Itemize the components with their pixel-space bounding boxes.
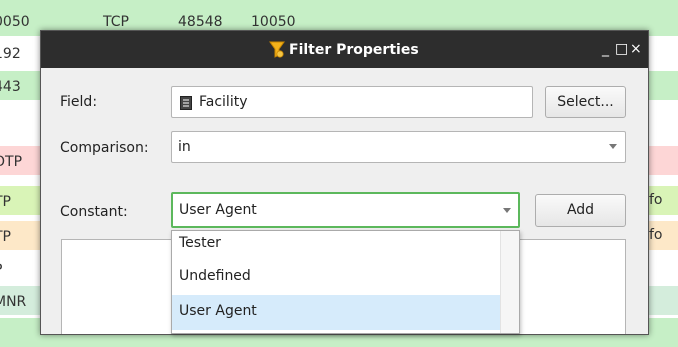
- field-value: Facility: [199, 94, 248, 110]
- comparison-value: in: [178, 139, 191, 155]
- constant-value: User Agent: [179, 202, 257, 218]
- protocol-cell: TCP: [103, 14, 129, 30]
- packet-cell: TP: [0, 229, 11, 245]
- chevron-down-icon: [503, 208, 511, 213]
- dropdown-option-user-agent[interactable]: User Agent: [172, 295, 502, 330]
- maximize-button[interactable]: □: [615, 41, 628, 57]
- port-cell: 48548: [178, 14, 223, 30]
- dialog-title: Filter Properties: [289, 42, 419, 58]
- field-label: Field:: [60, 94, 98, 110]
- constant-dropdown-list[interactable]: Tester Undefined User Agent: [171, 230, 520, 334]
- add-button[interactable]: Add: [535, 194, 626, 227]
- dropdown-option-tester[interactable]: Tester: [172, 231, 502, 262]
- packet-cell: 0050: [0, 14, 30, 30]
- dropdown-option-undefined[interactable]: Undefined: [172, 260, 502, 295]
- select-button[interactable]: Select...: [545, 86, 626, 118]
- packet-cell: OTP: [0, 154, 23, 170]
- filter-properties-dialog: Filter Properties _ □ × Field: Facility …: [40, 30, 649, 335]
- comparison-label: Comparison:: [60, 140, 149, 156]
- packet-cell: MNR: [0, 294, 27, 310]
- packet-cell: 192: [0, 46, 21, 62]
- dropdown-scrollbar[interactable]: [500, 231, 519, 333]
- packet-cell: TP: [0, 194, 11, 210]
- constant-combobox[interactable]: User Agent: [171, 192, 520, 228]
- filter-icon: [269, 41, 285, 58]
- document-icon: [180, 96, 192, 110]
- chevron-down-icon: [609, 144, 617, 149]
- dialog-titlebar[interactable]: Filter Properties _ □ ×: [41, 31, 648, 68]
- minimize-button[interactable]: _: [602, 41, 609, 57]
- constant-label: Constant:: [60, 204, 128, 220]
- field-value-box: Facility: [171, 86, 533, 118]
- packet-cell: P: [0, 262, 2, 278]
- comparison-combobox[interactable]: in: [171, 131, 626, 163]
- port-cell: 10050: [251, 14, 296, 30]
- close-button[interactable]: ×: [630, 41, 642, 57]
- packet-cell: 443: [0, 79, 21, 95]
